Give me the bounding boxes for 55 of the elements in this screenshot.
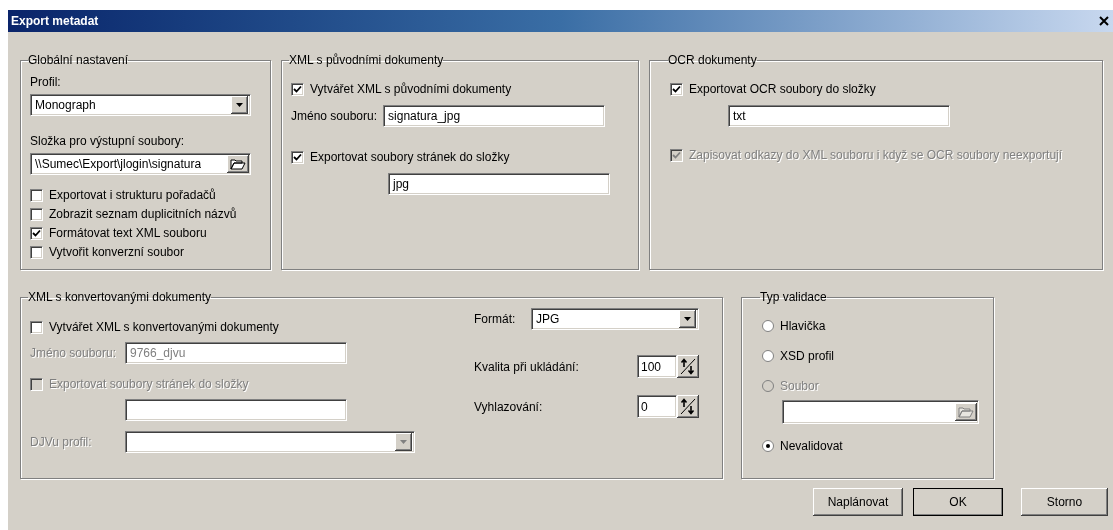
field-label: Formát: <box>474 311 517 328</box>
field-label: Složka pro výstupní soubory: <box>30 134 186 148</box>
field-label: Profil: <box>30 75 62 89</box>
field-label: Jméno souboru: <box>30 345 118 362</box>
text-field[interactable]: txt <box>728 105 950 127</box>
dropdown-button[interactable] <box>679 310 696 328</box>
check-icon <box>672 150 681 160</box>
checkbox[interactable]: Formátovat text XML souboru <box>30 225 261 241</box>
text-field[interactable]: signatura_jpg <box>383 105 606 127</box>
field-label: Vyhlazování: <box>474 398 543 416</box>
checkbox[interactable]: Exportovat soubory stránek do složky <box>291 149 629 165</box>
dialog-button[interactable]: OK <box>913 488 1003 516</box>
dropdown-button[interactable] <box>231 96 248 114</box>
field-label: DJVu profil: <box>30 434 93 451</box>
group-title: Typ validace <box>760 290 827 304</box>
caret-icon <box>400 440 407 444</box>
caret-icon <box>236 103 243 107</box>
dialog-button[interactable]: Naplánovat <box>813 488 903 516</box>
group-title: XML s původními dokumenty <box>289 53 444 67</box>
folder-icon <box>958 406 974 418</box>
check-icon <box>293 84 302 94</box>
check-icon <box>32 228 41 238</box>
folder-icon <box>230 158 246 170</box>
check-icon <box>672 84 681 94</box>
spin-button[interactable] <box>677 395 699 418</box>
radio-button[interactable]: Hlavička <box>762 318 984 334</box>
checkbox[interactable]: Vytvořit konverzní soubor <box>30 244 261 260</box>
group-title: XML s konvertovanými dokumenty <box>28 290 211 304</box>
text-field[interactable]: jpg <box>388 173 610 195</box>
browse-button[interactable] <box>227 155 249 173</box>
check-icon <box>293 152 302 162</box>
spin-button[interactable] <box>677 355 699 378</box>
dropdown[interactable]: JPG <box>531 308 699 330</box>
dialog-button[interactable]: Storno <box>1021 488 1108 516</box>
checkbox[interactable]: Vytvářet XML s původními dokumenty <box>291 81 629 97</box>
checkbox[interactable]: Exportovat OCR soubory do složky <box>670 81 1093 97</box>
checkbox[interactable]: Zobrazit seznam duplicitních názvů <box>30 206 261 222</box>
checkbox[interactable]: Exportovat i strukturu pořadačů <box>30 187 261 203</box>
close-icon[interactable] <box>1097 14 1111 28</box>
field-label: Jméno souboru: <box>291 108 378 125</box>
spin-field[interactable]: 100 <box>637 355 677 378</box>
path-field[interactable]: \\Sumec\Export\jlogin\signatura <box>30 153 251 175</box>
up-down-arrows-icon <box>680 398 696 415</box>
up-down-arrows-icon <box>680 358 696 375</box>
field-label: Kvalita při ukládání: <box>474 358 579 376</box>
spin-field[interactable]: 0 <box>637 395 677 418</box>
caret-icon <box>684 317 691 321</box>
radio-button[interactable]: Nevalidovat <box>762 438 984 454</box>
dropdown[interactable]: Monograph <box>30 94 251 116</box>
radio-button[interactable]: XSD profil <box>762 348 984 364</box>
checkbox[interactable]: Vytvářet XML s konvertovanými dokumenty <box>30 319 470 335</box>
window-title: Export metadat <box>11 13 99 30</box>
group-title: OCR dokumenty <box>668 53 757 67</box>
group-title: Globální nastavení <box>28 53 129 67</box>
text-field[interactable] <box>125 399 347 421</box>
